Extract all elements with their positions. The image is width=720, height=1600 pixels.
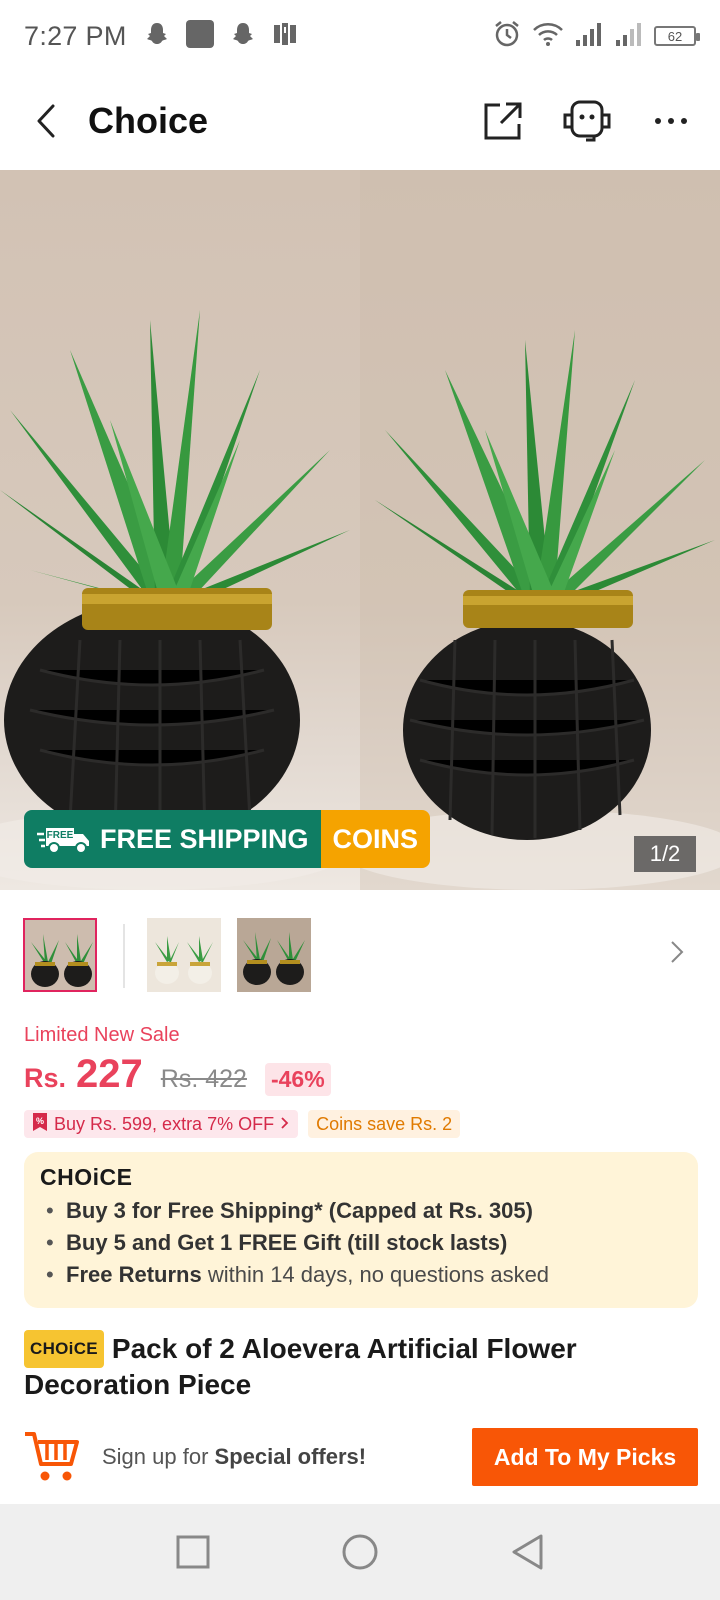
thumbnail-1[interactable] [23,918,97,992]
thumbnail-2[interactable] [147,918,221,992]
app-square-icon [185,19,215,54]
thumbnail-strip [0,918,720,994]
thumbnail-divider [123,924,125,988]
signup-prompt[interactable]: Sign up for Special offers! [102,1444,366,1470]
coupon-icon: % [32,1112,48,1137]
product-photo [0,170,720,890]
chevron-right-icon [280,1114,290,1135]
status-bar: 7:27 PM 62 [0,0,720,72]
benefit-item: Buy 3 for Free Shipping* (Capped at Rs. … [40,1195,682,1227]
choice-tag: CHOiCE [24,1330,104,1368]
discount-badge: -46% [264,1063,331,1096]
image-counter: 1/2 [634,836,696,872]
choice-benefits-card[interactable]: CHOiCE Buy 3 for Free Shipping* (Capped … [24,1152,698,1308]
back-icon[interactable] [497,1522,557,1582]
promo-row: % Buy Rs. 599, extra 7% OFF Coins save R… [24,1110,461,1138]
benefit-item: Free Returns within 14 days, no question… [40,1259,682,1291]
parking-icon [271,20,299,53]
coins-save-badge: Coins save Rs. 2 [308,1110,461,1138]
benefits-list: Buy 3 for Free Shipping* (Capped at Rs. … [40,1195,682,1291]
coins-label: COINS [320,810,431,868]
truck-icon: FREE [36,816,92,863]
sale-label: Limited New Sale [24,1024,180,1046]
cart-icon[interactable] [22,1427,82,1487]
page-title: Choice [88,100,209,141]
alarm-icon [492,19,522,54]
original-price: Rs. 422 [160,1065,247,1093]
customer-service-icon[interactable] [560,94,614,148]
share-icon[interactable] [476,94,530,148]
wifi-icon [532,21,564,52]
product-title-text: Pack of 2 Aloevera Artificial Flower Dec… [24,1333,577,1400]
battery-icon: 62 [654,26,700,46]
buy-more-promo[interactable]: % Buy Rs. 599, extra 7% OFF [24,1110,299,1138]
notification-icons [143,19,299,54]
thumbnail-3[interactable] [237,918,311,992]
bottom-action-bar: Sign up for Special offers! Add To My Pi… [0,1410,720,1504]
benefit-item: Buy 5 and Get 1 FREE Gift (till stock la… [40,1227,682,1259]
more-icon[interactable] [644,94,698,148]
chevron-right-icon[interactable] [670,940,684,969]
signal-icon [574,22,604,51]
snapchat-icon [143,20,171,53]
svg-text:%: % [36,1116,44,1126]
snapchat-icon [229,20,257,53]
home-icon[interactable] [330,1522,390,1582]
free-shipping-label: FREE SHIPPING [100,823,309,854]
system-nav-bar [0,1504,720,1600]
back-arrow-icon[interactable] [22,97,70,145]
app-header: Choice [0,72,720,170]
free-shipping-badge: FREE FREE SHIPPING COINS [24,810,431,868]
free-small-label: FREE [47,830,74,841]
product-title: CHOiCE Pack of 2 Aloevera Artificial Flow… [24,1330,704,1402]
price-currency: Rs. [24,1063,67,1093]
price-amount: 227 [76,1052,143,1096]
buy-more-label: Buy Rs. 599, extra 7% OFF [54,1113,275,1134]
signal-icon [614,22,644,51]
price-row: Rs. 227 Rs. 422 -46% [24,1052,331,1097]
recents-icon[interactable] [163,1522,223,1582]
status-time: 7:27 PM [24,20,127,51]
product-image-carousel[interactable]: FREE FREE SHIPPING COINS 1/2 [0,170,720,890]
choice-logo: CHOiCE [40,1164,133,1190]
add-to-picks-button[interactable]: Add To My Picks [472,1428,698,1486]
